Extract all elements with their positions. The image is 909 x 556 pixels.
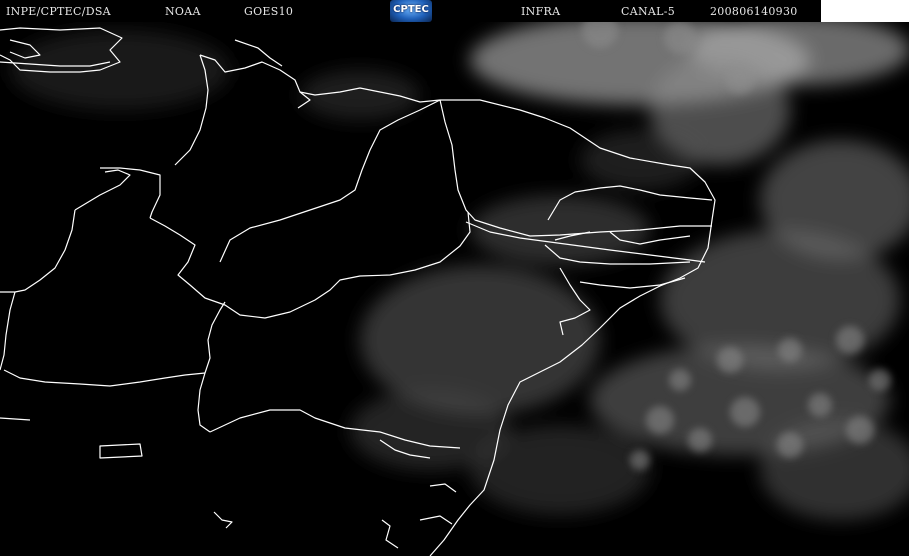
cloud-layer — [10, 22, 909, 520]
header-blank-area — [821, 0, 909, 22]
satellite-map-svg — [0, 22, 909, 556]
logo-text: CPTEC — [393, 4, 429, 15]
cptec-logo: CPTEC — [390, 0, 432, 22]
band-type-label: INFRA — [521, 5, 561, 18]
satellite-label: GOES10 — [244, 5, 294, 18]
agency-label: INPE/CPTEC/DSA — [6, 5, 111, 18]
timestamp-label: 200806140930 — [710, 5, 798, 18]
source-label: NOAA — [165, 5, 201, 18]
channel-label: CANAL-5 — [621, 5, 676, 18]
satellite-image — [0, 22, 909, 556]
image-header: INPE/CPTEC/DSA NOAA GOES10 CPTEC INFRA C… — [0, 0, 909, 22]
